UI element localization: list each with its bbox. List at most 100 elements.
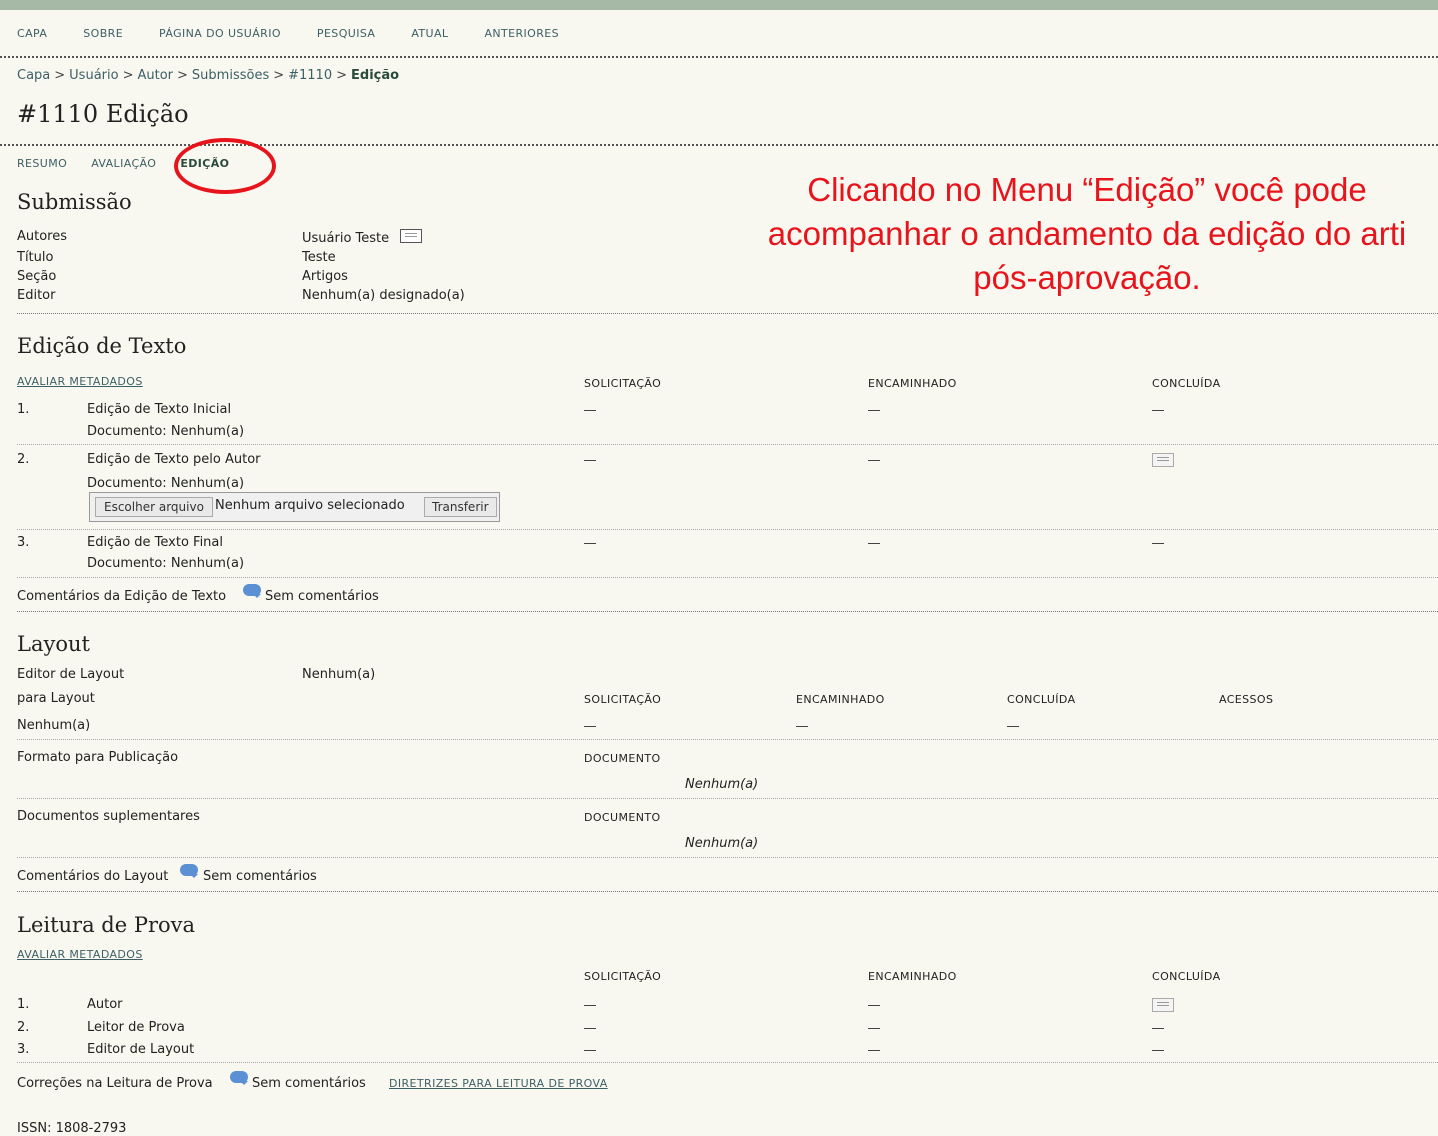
nav-sobre[interactable]: SOBRE bbox=[83, 27, 123, 40]
value-secao: Artigos bbox=[302, 269, 348, 284]
comment-icon[interactable] bbox=[230, 1071, 248, 1085]
breadcrumb-current: Edição bbox=[351, 68, 400, 83]
breadcrumb-submissoes[interactable]: Submissões bbox=[192, 68, 269, 83]
annotation-line-3: pós-aprovação. bbox=[973, 259, 1201, 296]
layout-editor-label: Editor de Layout bbox=[17, 667, 125, 682]
copyedit-col-encaminhado: ENCAMINHADO bbox=[868, 377, 957, 390]
proof-row-num: 2. bbox=[17, 1020, 30, 1035]
email-icon[interactable] bbox=[400, 229, 422, 243]
copyedit-metadata-link[interactable]: AVALIAR METADADOS bbox=[17, 375, 143, 388]
copyedit-comments-value: Sem comentários bbox=[265, 589, 379, 604]
row-divider bbox=[17, 739, 1438, 740]
dash bbox=[1007, 726, 1019, 727]
value-autores: Usuário Teste bbox=[302, 231, 390, 246]
supp-value: Nenhum(a) bbox=[685, 836, 759, 851]
supp-label: Documentos suplementares bbox=[17, 809, 200, 824]
dash bbox=[796, 726, 808, 727]
dash bbox=[584, 1050, 596, 1051]
dash bbox=[584, 1005, 596, 1006]
file-upload: Escolher arquivo Nenhum arquivo selecion… bbox=[89, 492, 500, 522]
format-document-header: DOCUMENTO bbox=[584, 752, 661, 765]
proof-col-encaminhado: ENCAMINHADO bbox=[868, 970, 957, 983]
proof-metadata-link[interactable]: AVALIAR METADADOS bbox=[17, 948, 143, 961]
row-divider bbox=[17, 577, 1438, 578]
dash bbox=[868, 1050, 880, 1051]
dash bbox=[868, 460, 880, 461]
label-titulo: Título bbox=[17, 250, 54, 265]
breadcrumb-autor[interactable]: Autor bbox=[137, 68, 173, 83]
file-status: Nenhum arquivo selecionado bbox=[215, 498, 405, 513]
page-title: #1110 Edição bbox=[17, 100, 189, 128]
dash bbox=[584, 410, 596, 411]
proof-row-num: 3. bbox=[17, 1042, 30, 1057]
nav-anteriores[interactable]: ANTERIORES bbox=[484, 27, 559, 40]
layout-row-value: Nenhum(a) bbox=[17, 718, 91, 733]
label-editor: Editor bbox=[17, 288, 56, 303]
proof-heading: Leitura de Prova bbox=[17, 913, 196, 937]
email-icon[interactable] bbox=[1152, 998, 1174, 1012]
value-editor: Nenhum(a) designado(a) bbox=[302, 288, 465, 303]
section-divider bbox=[17, 313, 1438, 314]
layout-col-solicitacao: SOLICITAÇÃO bbox=[584, 693, 662, 706]
comment-icon[interactable] bbox=[243, 584, 261, 598]
copyedit-row-num: 1. bbox=[17, 402, 30, 417]
label-secao: Seção bbox=[17, 269, 57, 284]
tab-avaliacao[interactable]: AVALIAÇÃO bbox=[91, 157, 156, 170]
section-divider bbox=[17, 611, 1438, 612]
layout-col-concluida: CONCLUÍDA bbox=[1007, 693, 1076, 706]
submission-heading: Submissão bbox=[17, 190, 132, 214]
proof-comments-value: Sem comentários bbox=[252, 1076, 366, 1091]
row-divider bbox=[17, 857, 1438, 858]
dash bbox=[584, 726, 596, 727]
copyedit-heading: Edição de Texto bbox=[17, 334, 187, 358]
dash bbox=[584, 1028, 596, 1029]
layout-col-encaminhado: ENCAMINHADO bbox=[796, 693, 885, 706]
proof-guidelines-link[interactable]: DIRETRIZES PARA LEITURA DE PROVA bbox=[389, 1077, 608, 1090]
dash bbox=[868, 543, 880, 544]
copyedit-col-concluida: CONCLUÍDA bbox=[1152, 377, 1221, 390]
copyedit-col-solicitacao: SOLICITAÇÃO bbox=[584, 377, 662, 390]
label-autores: Autores bbox=[17, 229, 68, 244]
layout-for-label: para Layout bbox=[17, 691, 95, 706]
proof-comments-label: Correções na Leitura de Prova bbox=[17, 1076, 213, 1091]
annotation-line-2: acompanhar o andamento da edição do arti bbox=[767, 215, 1407, 252]
top-bar bbox=[0, 0, 1438, 10]
comment-icon[interactable] bbox=[180, 864, 198, 878]
supp-document-header: DOCUMENTO bbox=[584, 811, 661, 824]
copyedit-row-name: Edição de Texto Inicial bbox=[87, 402, 232, 417]
nav-pagina-usuario[interactable]: PÁGINA DO USUÁRIO bbox=[159, 27, 281, 40]
copyedit-row-doc: Documento: Nenhum(a) bbox=[87, 556, 245, 571]
format-label: Formato para Publicação bbox=[17, 750, 179, 765]
proof-row-num: 1. bbox=[17, 997, 30, 1012]
row-divider bbox=[17, 444, 1438, 445]
layout-comments-label: Comentários do Layout bbox=[17, 869, 169, 884]
proof-col-solicitacao: SOLICITAÇÃO bbox=[584, 970, 662, 983]
copyedit-row-name: Edição de Texto pelo Autor bbox=[87, 452, 261, 467]
proof-row-name: Editor de Layout bbox=[87, 1042, 195, 1057]
breadcrumb: Capa > Usuário > Autor > Submissões > #1110 > Ediç… bbox=[17, 68, 400, 83]
upload-button[interactable]: Transferir bbox=[424, 497, 497, 517]
copyedit-row-num: 3. bbox=[17, 535, 30, 550]
nav-atual[interactable]: ATUAL bbox=[411, 27, 448, 40]
nav-divider bbox=[0, 56, 1438, 58]
choose-file-button[interactable]: Escolher arquivo bbox=[95, 497, 213, 517]
format-value: Nenhum(a) bbox=[685, 777, 759, 792]
dash bbox=[584, 460, 596, 461]
layout-comments-value: Sem comentários bbox=[203, 869, 317, 884]
copyedit-comments-label: Comentários da Edição de Texto bbox=[17, 589, 227, 604]
nav-pesquisa[interactable]: PESQUISA bbox=[317, 27, 375, 40]
dash bbox=[868, 410, 880, 411]
copyedit-row-doc: Documento: Nenhum(a) bbox=[87, 476, 245, 491]
breadcrumb-id[interactable]: #1110 bbox=[288, 68, 332, 83]
proof-row-name: Autor bbox=[87, 997, 123, 1012]
nav-capa[interactable]: CAPA bbox=[17, 27, 47, 40]
proof-row-name: Leitor de Prova bbox=[87, 1020, 185, 1035]
section-divider bbox=[17, 891, 1438, 892]
email-icon[interactable] bbox=[1152, 453, 1174, 467]
highlight-circle bbox=[174, 138, 276, 194]
breadcrumb-capa[interactable]: Capa bbox=[17, 68, 50, 83]
breadcrumb-usuario[interactable]: Usuário bbox=[69, 68, 118, 83]
row-divider bbox=[17, 529, 1438, 530]
dash bbox=[584, 543, 596, 544]
tab-resumo[interactable]: RESUMO bbox=[17, 157, 67, 170]
